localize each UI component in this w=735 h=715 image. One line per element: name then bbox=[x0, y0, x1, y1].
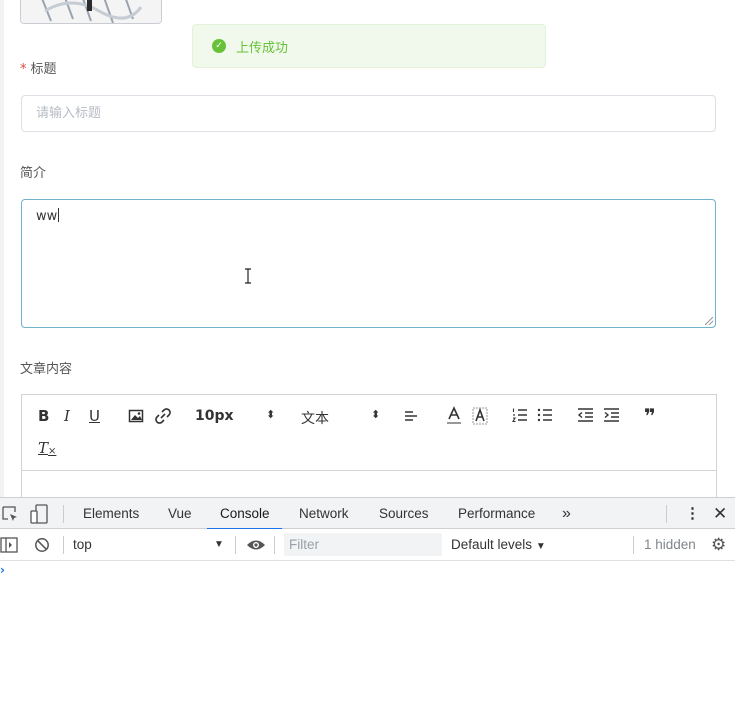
required-mark: * bbox=[20, 62, 27, 77]
ordered-list-icon[interactable] bbox=[512, 407, 528, 423]
tab-elements[interactable]: Elements bbox=[83, 498, 139, 529]
tab-vue[interactable]: Vue bbox=[168, 498, 192, 529]
device-toolbar-icon[interactable] bbox=[30, 504, 49, 524]
title-input-placeholder: 请输入标题 bbox=[36, 106, 102, 121]
devtools-menu-icon[interactable]: ⋮ bbox=[685, 498, 700, 529]
image-icon[interactable] bbox=[128, 408, 144, 424]
font-size-arrows-icon[interactable]: ⬍ bbox=[266, 408, 275, 421]
text-caret bbox=[58, 208, 60, 222]
link-icon[interactable] bbox=[154, 407, 172, 425]
console-toolbar: top ▼ Filter Default levels ▼ 1 hidden ⚙ bbox=[0, 529, 735, 561]
log-levels-dropdown[interactable]: Default levels ▼ bbox=[451, 529, 546, 560]
content-label: 文章内容 bbox=[20, 362, 73, 377]
background-color-icon[interactable] bbox=[472, 407, 488, 425]
font-size-select[interactable]: 10px bbox=[195, 408, 234, 424]
console-filter-input[interactable]: Filter bbox=[284, 533, 442, 556]
page: ✓ 上传成功 * 标题 请输入标题 简介 ww 文章内容 B I U 10px … bbox=[0, 0, 735, 715]
editor-toolbar: B I U 10px ⬍ 文本 ⬍ ❞ T × bbox=[22, 395, 716, 471]
devtools-panel: Elements Vue Console Network Sources Per… bbox=[0, 497, 735, 715]
devtools-tab-bar: Elements Vue Console Network Sources Per… bbox=[0, 497, 735, 530]
show-sidebar-icon[interactable] bbox=[0, 537, 18, 553]
live-expression-eye-icon[interactable] bbox=[246, 538, 266, 552]
blockquote-icon[interactable]: ❞ bbox=[644, 404, 656, 428]
align-icon[interactable] bbox=[404, 409, 418, 423]
paragraph-select[interactable]: 文本 bbox=[301, 408, 329, 428]
rich-text-editor[interactable]: B I U 10px ⬍ 文本 ⬍ ❞ T × bbox=[21, 394, 717, 504]
summary-value: ww bbox=[36, 209, 58, 224]
hidden-messages-count: 1 hidden bbox=[644, 537, 696, 552]
filter-placeholder: Filter bbox=[289, 537, 319, 552]
title-label: * 标题 bbox=[20, 58, 57, 77]
clear-x-icon: × bbox=[48, 446, 57, 457]
underline-button[interactable]: U bbox=[89, 407, 100, 425]
tab-network[interactable]: Network bbox=[299, 498, 349, 529]
title-label-text: 标题 bbox=[30, 62, 57, 77]
bullet-list-icon[interactable] bbox=[537, 407, 553, 423]
divider bbox=[274, 536, 275, 554]
levels-dropdown-icon: ▼ bbox=[535, 541, 546, 552]
divider bbox=[235, 536, 236, 554]
title-input[interactable]: 请输入标题 bbox=[21, 95, 716, 132]
tab-sources[interactable]: Sources bbox=[379, 498, 429, 529]
outdent-icon[interactable] bbox=[577, 407, 594, 423]
check-circle-icon: ✓ bbox=[212, 39, 226, 53]
clear-console-icon[interactable] bbox=[34, 537, 50, 553]
console-settings-gear-icon[interactable]: ⚙ bbox=[711, 529, 726, 560]
divider bbox=[63, 505, 64, 523]
clear-format-button[interactable]: T × bbox=[38, 438, 57, 458]
log-levels-label: Default levels bbox=[451, 537, 533, 552]
clear-format-label: T bbox=[38, 438, 49, 457]
divider bbox=[633, 536, 634, 554]
console-prompt-icon[interactable]: › bbox=[0, 563, 5, 577]
divider bbox=[666, 505, 667, 523]
context-dropdown-icon[interactable]: ▼ bbox=[214, 529, 224, 560]
italic-button[interactable]: I bbox=[64, 407, 70, 425]
upload-success-toast: ✓ 上传成功 bbox=[192, 24, 546, 68]
resize-handle[interactable] bbox=[705, 317, 713, 325]
inspect-element-icon[interactable] bbox=[2, 506, 19, 523]
tab-console[interactable]: Console bbox=[207, 498, 281, 530]
divider bbox=[63, 536, 64, 554]
context-selector[interactable]: top bbox=[73, 529, 92, 560]
font-color-icon[interactable] bbox=[446, 406, 462, 426]
bold-button[interactable]: B bbox=[38, 407, 49, 425]
indent-icon[interactable] bbox=[603, 407, 620, 423]
ibeam-cursor-icon bbox=[245, 268, 251, 284]
summary-textarea[interactable]: ww bbox=[21, 199, 716, 328]
tab-performance[interactable]: Performance bbox=[458, 498, 535, 529]
more-tabs-button[interactable]: » bbox=[562, 498, 571, 529]
close-devtools-icon[interactable]: ✕ bbox=[713, 498, 727, 529]
uploaded-image-thumbnail[interactable] bbox=[20, 0, 162, 24]
summary-label: 简介 bbox=[20, 166, 47, 181]
paragraph-arrows-icon[interactable]: ⬍ bbox=[371, 408, 380, 421]
toast-message: 上传成功 bbox=[236, 40, 289, 56]
